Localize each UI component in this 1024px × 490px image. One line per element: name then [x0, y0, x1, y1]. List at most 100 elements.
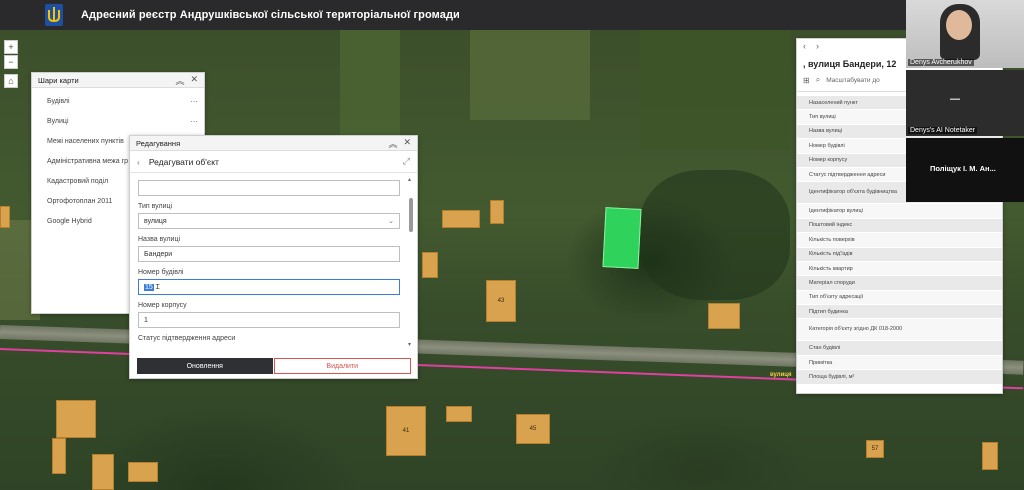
app-header: Адресний реєстр Андрушківської сільської… [0, 0, 1024, 30]
building-number-input[interactable]: 15 Ɪ [138, 279, 400, 295]
building[interactable] [490, 200, 504, 224]
zoom-in-button[interactable]: + [4, 40, 18, 54]
building[interactable] [442, 210, 480, 228]
attribute-label: Назва вулиці [809, 128, 843, 135]
video-tile[interactable]: Denys Avcherukhov [906, 0, 1024, 68]
layer-label: Ортофотоплан 2011 [47, 197, 113, 205]
selected-building-polygon[interactable] [602, 207, 642, 269]
attribute-label: Примітка [809, 359, 833, 366]
attribute-row: Кількість поверхів [797, 233, 1002, 248]
video-tile[interactable]: ▬▬ Denys's AI Notetaker [906, 70, 1024, 136]
close-icon[interactable]: ✕ [403, 137, 411, 150]
attribute-row: Матеріал споруди [797, 276, 1002, 291]
zoom-to-link[interactable]: Масштабувати до [826, 77, 880, 84]
back-chevron-icon[interactable]: ‹ [137, 157, 140, 167]
layers-panel-title: Шари карти [38, 75, 79, 85]
building[interactable] [446, 406, 472, 422]
building[interactable] [92, 454, 114, 490]
attribute-label: Підтип будинка [809, 308, 848, 315]
attribute-label: Тип об'єкту адресації [809, 294, 864, 301]
more-icon[interactable]: ⋯ [190, 117, 198, 126]
building[interactable] [0, 206, 10, 228]
building[interactable]: 43 [486, 280, 516, 322]
scroll-down-icon[interactable]: ▾ [408, 341, 411, 348]
attribute-row: Поштовий індекс [797, 218, 1002, 234]
building-number-label: Номер будівлі [138, 269, 184, 276]
more-icon[interactable]: ⋯ [190, 97, 198, 106]
delete-button[interactable]: Видалити [273, 358, 411, 374]
home-button[interactable]: ⌂ [4, 74, 18, 88]
building[interactable]: 45 [516, 414, 550, 444]
building[interactable] [128, 462, 158, 482]
attribute-label: Кількість квартир [809, 265, 853, 272]
street-name-label: Назва вулиці [138, 236, 181, 243]
collapse-icon[interactable]: ︽ [175, 74, 184, 87]
layer-item-buildings[interactable]: Будівлі ⋯ [32, 91, 204, 111]
prev-chevron-icon[interactable]: ‹ [803, 41, 806, 51]
attribute-label: Ідентифікатор об'єкта будівництва [809, 189, 897, 196]
edit-scrollbar[interactable]: ▴ ▾ [408, 176, 414, 348]
scroll-up-icon[interactable]: ▴ [408, 176, 411, 183]
attribute-label: Статус підтвердження адреси [809, 171, 886, 178]
previous-field[interactable] [138, 180, 400, 196]
attribute-label: Кількість під'їздів [809, 251, 853, 258]
expand-icon[interactable]: ⤢ [403, 156, 410, 167]
edit-subheader: ‹ Редагувати об'єкт ⤢ [130, 151, 417, 173]
building[interactable] [982, 442, 998, 470]
housing-number-input[interactable]: 1 [138, 312, 400, 328]
attribute-row: Ідентифікатор вулиці [797, 204, 1002, 219]
attribute-label: Матеріал споруди [809, 279, 855, 286]
attribute-label: Поштовий індекс [809, 222, 853, 229]
attribute-row: Підтип будинка [797, 305, 1002, 320]
video-tile[interactable]: Поліщук І. М. Ан... [906, 138, 1024, 202]
collapse-icon[interactable]: ︽ [388, 137, 397, 150]
attribute-row: Кількість під'їздів [797, 247, 1002, 262]
edit-subtitle: Редагувати об'єкт [148, 156, 219, 167]
building[interactable]: 57 [866, 440, 884, 458]
participant-face [946, 10, 972, 40]
edit-panel-header: Редагування ︽ ✕ [130, 136, 417, 151]
street-type-select[interactable]: вулиця ⌄ [138, 213, 400, 229]
street-map-label: вулиця [770, 372, 792, 378]
address-status-label: Статус підтвердження адреси [138, 335, 236, 342]
attribute-label: Площа будівлі, м² [809, 373, 855, 380]
housing-number-value: 1 [144, 316, 148, 324]
attribute-row: Примітка [797, 355, 1002, 371]
zoom-to-icon[interactable]: ⌕ [816, 75, 820, 85]
attribute-row: Категорія об'єкту згідно ДК 018-2000 [797, 319, 1002, 342]
building-number-value: 15 [144, 283, 154, 291]
building[interactable] [52, 438, 66, 474]
layer-label: Кадастровий поділ [47, 177, 109, 185]
app-title: Адресний реєстр Андрушківської сільської… [81, 9, 460, 21]
next-chevron-icon[interactable]: › [816, 41, 819, 51]
building[interactable] [56, 400, 96, 438]
building[interactable]: 41 [386, 406, 426, 456]
attribute-label: Тип вулиці [809, 114, 836, 121]
grid-icon[interactable]: ⊞ [803, 76, 810, 85]
attribute-row: Площа будівлі, м² [797, 370, 1002, 385]
edit-form: Тип вулиці вулиця ⌄ Назва вулиці Бандери… [130, 174, 408, 350]
layer-label: Вулиці [47, 117, 69, 125]
participant-name: Поліщук І. М. Ан... [930, 164, 996, 173]
building[interactable] [422, 252, 438, 278]
street-name-input[interactable]: Бандери [138, 246, 400, 262]
street-type-value: вулиця [144, 217, 167, 225]
edit-panel: Редагування ︽ ✕ ‹ Редагувати об'єкт ⤢ Ти… [129, 135, 418, 379]
building[interactable] [708, 303, 740, 329]
housing-number-label: Номер корпусу [138, 302, 187, 309]
layer-item-streets[interactable]: Вулиці ⋯ [32, 111, 204, 131]
attribute-label: Стан будівлі [809, 345, 841, 352]
close-icon[interactable]: ✕ [190, 74, 198, 87]
layer-label: Адміністративна межа гр [47, 157, 129, 165]
attribute-row: Кількість квартир [797, 261, 1002, 277]
layer-label: Межі населених пунктів [47, 137, 124, 145]
zoom-out-button[interactable]: − [4, 55, 18, 69]
notetaker-logo-icon: ▬▬ [950, 96, 960, 102]
update-button[interactable]: Оновлення [137, 358, 273, 374]
tree-cluster [640, 170, 790, 300]
attribute-label: Назаселений пункт [809, 99, 858, 106]
scroll-thumb[interactable] [409, 198, 413, 232]
attribute-label: Номер корпусу [809, 157, 848, 164]
attribute-label: Категорія об'єкту згідно ДК 018-2000 [809, 326, 903, 333]
field-patch [640, 30, 790, 150]
